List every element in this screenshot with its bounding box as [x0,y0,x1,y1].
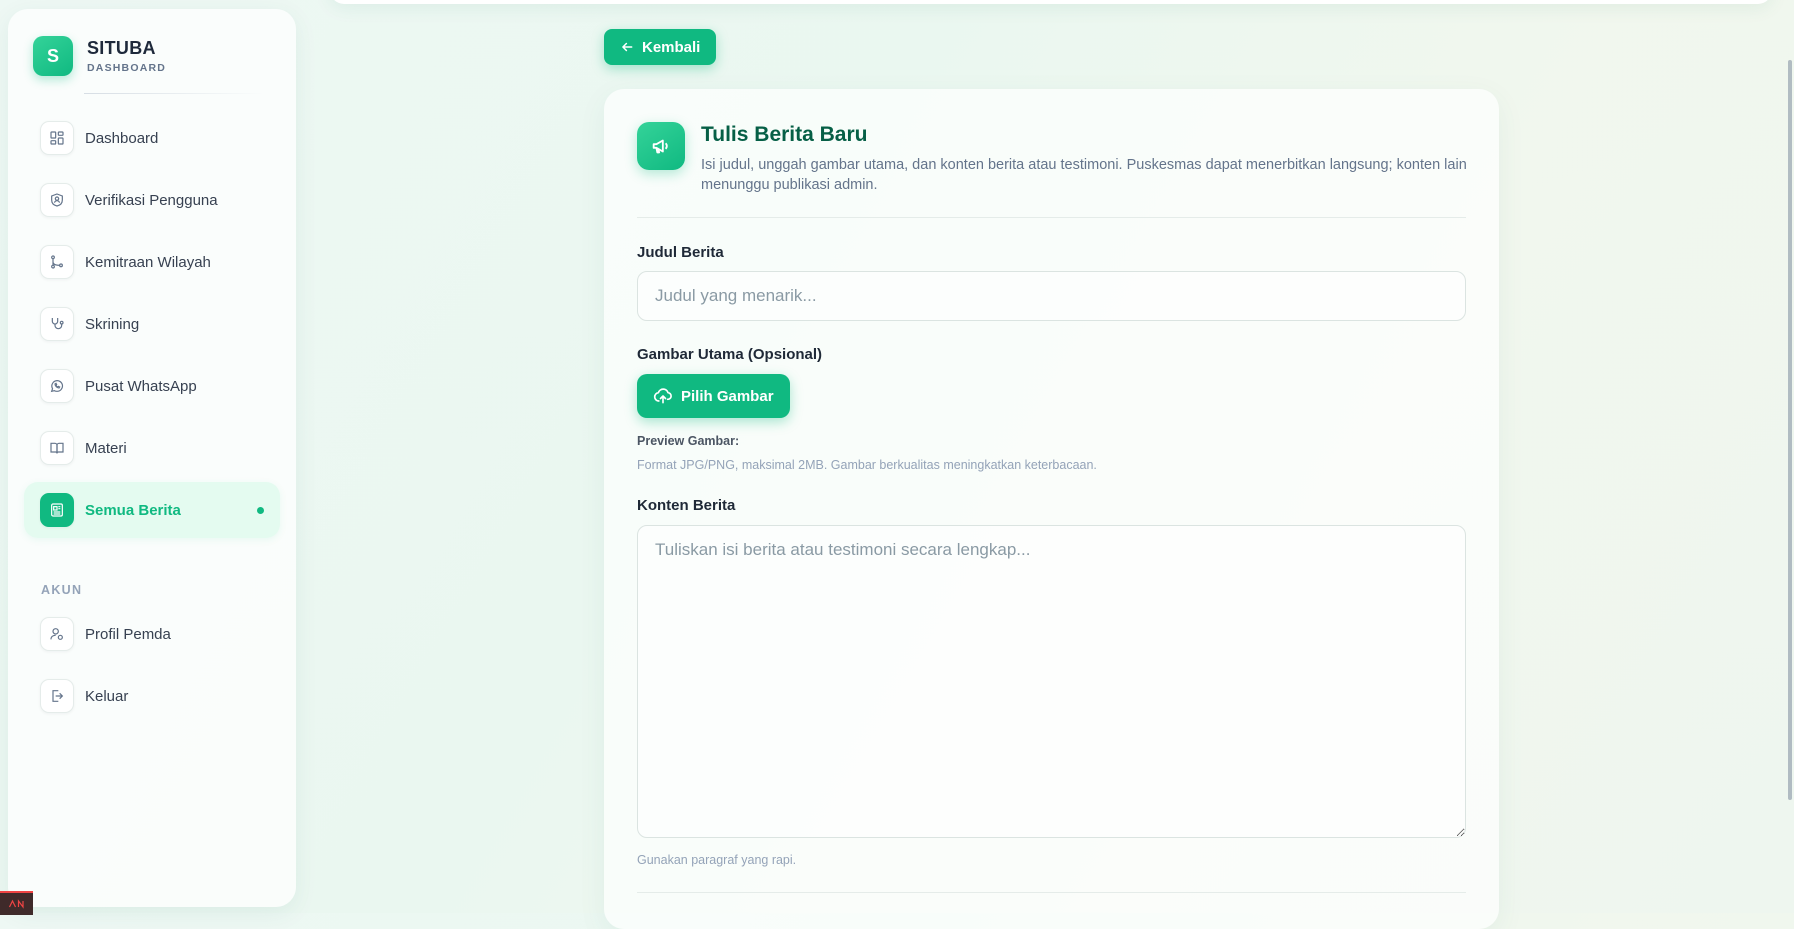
sidebar-item-verifikasi-pengguna[interactable]: Verifikasi Pengguna [24,172,280,228]
sidebar-item-dashboard[interactable]: Dashboard [24,110,280,166]
image-preview-label: Preview Gambar: [637,434,740,448]
sidebar-item-label: Keluar [85,687,129,705]
back-button-label: Kembali [642,38,701,56]
cloud-upload-icon [653,388,672,404]
brand-subtitle: DASHBOARD [87,62,167,74]
logout-icon [40,679,74,713]
arrow-left-icon [622,42,633,52]
content-hint: Gunakan paragraf yang rapi. [637,853,797,867]
pick-image-button[interactable]: Pilih Gambar [637,374,790,418]
sidebar-item-label: Skrining [85,315,140,333]
form-description: Isi judul, unggah gambar utama, dan kont… [701,157,1467,193]
image-hint: Format JPG/PNG, maksimal 2MB. Gambar ber… [637,458,1097,472]
back-button[interactable]: Kembali [604,29,717,65]
sidebar-item-label: Kemitraan Wilayah [85,253,211,271]
git-branch-icon [40,245,74,279]
active-indicator-dot [257,506,264,514]
image-field-label: Gambar Utama (Opsional) [637,346,823,363]
sidebar-item-label: Semua Berita [85,501,181,519]
shield-user-icon [40,183,74,217]
sidebar: S SITUBA DASHBOARD Dashboard Verifikasi … [8,9,296,907]
whatsapp-icon [40,369,74,403]
news-form-card: Tulis Berita Baru Isi judul, unggah gamb… [604,89,1499,929]
brand-divider [84,93,264,94]
footer-divider [637,892,1466,893]
sidebar-item-label: Materi [85,439,127,457]
sidebar-item-label: Pusat WhatsApp [85,377,197,395]
content-textarea[interactable] [637,525,1466,838]
sidebar-item-profil-pemda[interactable]: Profil Pemda [24,606,280,662]
sidebar-item-label: Profil Pemda [85,625,171,643]
page-scrollbar[interactable] [1784,0,1794,913]
stethoscope-icon [40,307,74,341]
scrollbar-thumb[interactable] [1788,60,1792,800]
header-divider [637,217,1466,218]
title-input[interactable] [637,271,1466,321]
sidebar-item-label: Verifikasi Pengguna [85,191,218,209]
sidebar-item-pusat-whatsapp[interactable]: Pusat WhatsApp [24,358,280,414]
sidebar-item-keluar[interactable]: Keluar [24,668,280,724]
top-header-bar [330,0,1772,4]
sidebar-item-semua-berita[interactable]: Semua Berita [24,482,280,538]
form-title: Tulis Berita Baru [701,123,868,146]
sidebar-item-materi[interactable]: Materi [24,420,280,476]
brand-title: SITUBA [87,38,156,58]
book-open-icon [40,431,74,465]
section-label-akun: AKUN [41,583,83,597]
grid-icon [40,121,74,155]
title-field-label: Judul Berita [637,244,724,261]
sidebar-item-skrining[interactable]: Skrining [24,296,280,352]
brand-logo: S [33,36,73,76]
brand[interactable]: S SITUBA DASHBOARD [33,36,166,76]
user-settings-icon [40,617,74,651]
content-field-label: Konten Berita [637,497,736,514]
pick-image-button-label: Pilih Gambar [681,387,774,405]
sidebar-item-label: Dashboard [85,129,159,147]
sidebar-item-kemitraan-wilayah[interactable]: Kemitraan Wilayah [24,234,280,290]
newspaper-icon [40,493,74,527]
megaphone-icon [637,122,685,170]
debug-toolbar-icon[interactable] [0,891,33,915]
